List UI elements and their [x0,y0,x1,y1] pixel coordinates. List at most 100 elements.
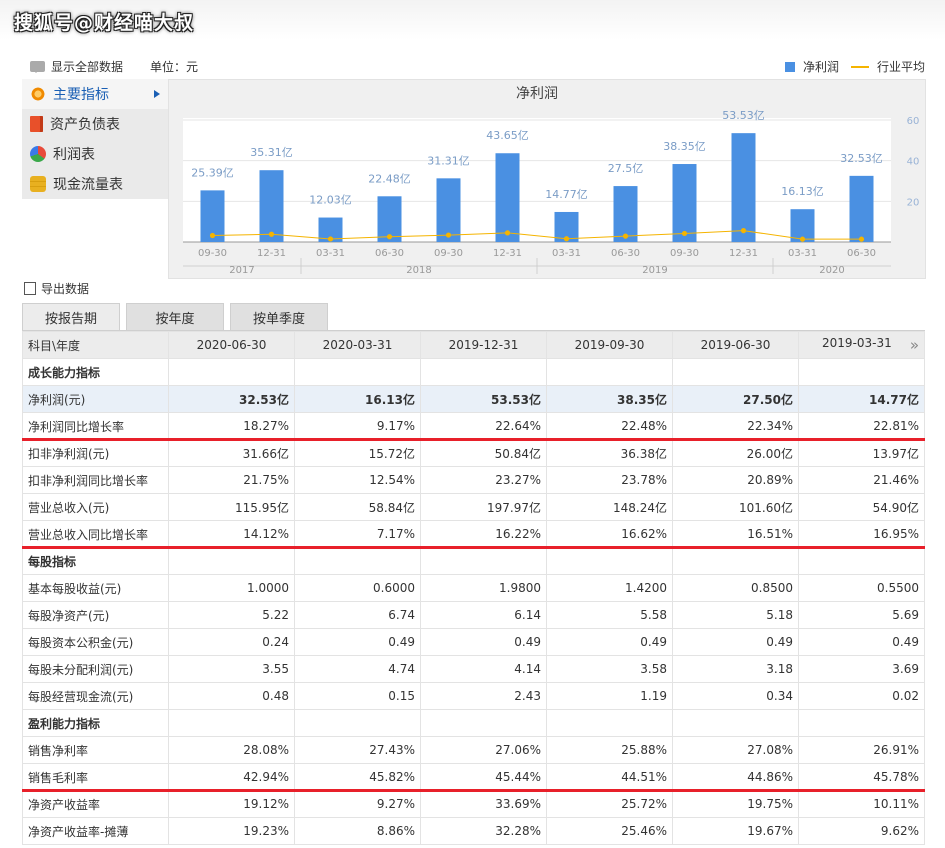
row-label: 营业总收入同比增长率 [22,520,169,548]
column-header[interactable]: 2019-12-31 [420,331,547,359]
x-tick-label: 09-30 [198,248,227,259]
table-cell: 9.27% [294,790,421,818]
industry-avg-legend-swatch [850,65,869,68]
industry-avg-point [622,233,629,239]
show-all-data-link[interactable]: 显示全部数据 [30,58,123,75]
section-title: 每股指标 [22,547,169,575]
table-cell [294,358,421,386]
table-cell: 54.90亿 [798,493,925,521]
table-cell: 23.27% [420,466,547,494]
table-cell: 22.48% [546,412,673,440]
table-row: 扣非净利润同比增长率 21.75% 12.54% 23.27% 23.78% 20.89%… [22,466,925,494]
x-tick-label: 06-30 [375,248,404,259]
column-header[interactable]: 2019-06-30 [672,331,799,359]
table-cell: 101.60亿 [672,493,799,521]
table-cell: 20.89% [672,466,799,494]
table-cell: 13.97亿 [798,439,925,467]
table-cell: 50.84亿 [420,439,547,467]
table-cell: 0.49 [546,628,673,656]
table-cell: 36.38亿 [546,439,673,467]
table-cell: 197.97亿 [420,493,547,521]
x-tick-label: 03-31 [316,248,345,259]
table-cell: 19.67% [672,817,799,845]
net-profit-legend-label: 净利润 [802,60,839,74]
table-cell: 1.0000 [168,574,295,602]
table-row: 每股未分配利润(元) 3.55 4.74 4.14 3.58 3.18 3.69 [22,655,925,683]
tab-by-year[interactable]: 按年度 [126,303,224,331]
page: 搜狐号@财经喵大叔 显示全部数据 单位：元 净利润 行业平均 主要指标 资产负债… [0,0,945,848]
x-tick-label: 12-31 [729,248,758,259]
x-tick-label: 06-30 [847,248,876,259]
row-label: 净资产收益率-摊薄 [22,817,169,845]
section-header-row: 成长能力指标 [22,358,925,386]
table-row: 扣非净利润(元) 31.66亿 15.72亿 50.84亿 36.38亿 26.00亿 13… [22,439,925,467]
table-cell: 0.48 [168,682,295,710]
tab-by-report-period[interactable]: 按报告期 [22,303,120,331]
bar-data-label: 16.13亿 [781,185,824,198]
sidebar-item-main-indicators[interactable]: 主要指标 [22,79,168,109]
table-cell: 14.12% [168,520,295,548]
table-cell: 32.28% [420,817,547,845]
tab-by-quarter[interactable]: 按单季度 [230,303,328,331]
table-cell: 7.17% [294,520,421,548]
bar [672,164,697,242]
bar [495,153,520,242]
table-row: 销售净利率 28.08% 27.43% 27.06% 25.88% 27.08% 26.91… [22,736,925,764]
x-tick-label: 12-31 [257,248,286,259]
column-header[interactable]: 2019-09-30 [546,331,673,359]
sidebar-item-income-statement[interactable]: 利润表 [22,139,168,169]
table-cell: 22.81% [798,412,925,440]
pie-chart-icon [30,146,46,162]
table-cell [294,709,421,737]
table-cell: 5.18 [672,601,799,629]
document-icon [30,116,43,132]
export-icon [24,282,36,295]
double-chevron-right-icon[interactable]: » [910,336,919,354]
bar-data-label: 14.77亿 [545,188,588,201]
table-cell: 27.06% [420,736,547,764]
table-cell: 0.6000 [294,574,421,602]
x-tick-label: 06-30 [611,248,640,259]
export-data-button[interactable]: 导出数据 [24,280,89,297]
table-cell: 19.23% [168,817,295,845]
flower-icon [30,86,46,102]
table-cell: 3.69 [798,655,925,683]
table-cell: 0.02 [798,682,925,710]
table-cell: 1.19 [546,682,673,710]
sidebar-item-cash-flow[interactable]: 现金流量表 [22,169,168,199]
bar-data-label: 22.48亿 [368,172,411,185]
unit-label: 单位：元 [150,60,199,74]
table-cell: 3.58 [546,655,673,683]
table-cell [546,547,673,575]
table-cell: 16.51% [672,520,799,548]
table-cell: 16.22% [420,520,547,548]
table-row: 净利润同比增长率 18.27% 9.17% 22.64% 22.48% 22.34% 22.… [22,412,925,440]
header-label: 科目\年度 [22,331,169,359]
coins-icon [30,176,46,192]
table-cell: 12.54% [294,466,421,494]
table-cell: 14.77亿 [798,385,925,413]
table-cell: 6.74 [294,601,421,629]
net-profit-chart: 净利润 20 40 60 25.39亿 09-30 35.31亿 12-31 12.03亿 03-… [168,79,926,279]
industry-avg-point [327,236,334,242]
bar [259,170,284,242]
section-title: 成长能力指标 [22,358,169,386]
column-header[interactable]: 2020-03-31 [294,331,421,359]
industry-avg-legend-label: 行业平均 [876,60,925,74]
table-cell: 26.00亿 [672,439,799,467]
bar-data-label: 25.39亿 [191,166,234,179]
bar [849,175,874,242]
bar-data-label: 35.31亿 [250,146,293,159]
industry-avg-point [209,232,216,239]
y-tick-label: 40 [907,157,920,168]
industry-avg-point [740,228,747,234]
table-cell: 0.8500 [672,574,799,602]
table-cell: 22.34% [672,412,799,440]
row-label: 每股未分配利润(元) [22,655,169,683]
column-header[interactable]: 2019-03-31 » [798,331,925,359]
sidebar-item-balance-sheet[interactable]: 资产负债表 [22,109,168,139]
table-cell [546,358,673,386]
comment-icon [30,61,45,73]
column-header[interactable]: 2020-06-30 [168,331,295,359]
table-cell [168,358,295,386]
